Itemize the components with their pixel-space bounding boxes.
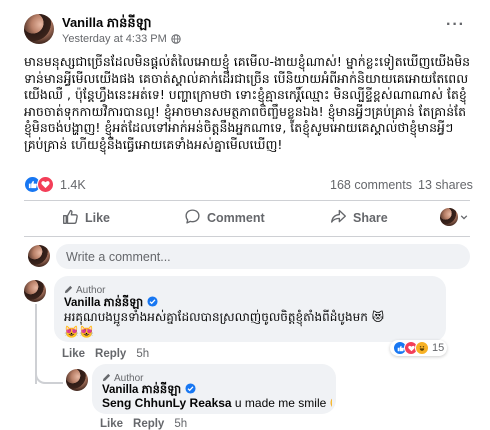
share-label: Share [353,211,388,225]
comment2-actions: Like Reply 5h [100,418,187,430]
share-icon [330,208,347,228]
comment1-time[interactable]: 5h [136,348,149,360]
comment2-avatar[interactable] [66,369,88,391]
comment1-like-button[interactable]: Like [62,348,85,360]
more-options-icon[interactable]: ··· [446,16,465,34]
comment1-reactions[interactable]: 15 [390,340,448,356]
comment-icon [184,208,201,228]
audience-selector[interactable] [440,208,468,226]
divider-top [24,200,470,201]
chevron-down-icon [460,208,468,226]
reaction-summary[interactable]: 1.4K [24,176,86,193]
reply-thread-connector [35,370,63,384]
comment1-emoji-line: 😻😻 [64,325,94,339]
comment1-text: អរគុណបងប្អូនទាំងអស់គ្នាដែលបានស្រលាញ់ចូលច… [64,310,385,324]
like-label: Like [85,211,111,225]
haha-reaction-icon [415,341,429,355]
comment2-bubble: Author Vanilla ភាន់នីឡា Seng ChhunLy Rea… [92,364,336,414]
like-button[interactable]: Like [62,207,110,229]
divider-bottom [24,236,470,237]
comment1-reply-button[interactable]: Reply [95,348,126,360]
share-button[interactable]: Share [330,207,388,229]
post-text: មានមនុស្សជាច្រើនដែលមិនផ្តល់តំលៃអោយខ្ញុំ … [24,54,471,152]
comment-button[interactable]: Comment [184,207,265,229]
comment1-avatar[interactable] [24,280,46,302]
comment2-mention[interactable]: Seng ChhunLy Reaksa [102,396,232,410]
comment-input-placeholder: Write a comment... [66,250,171,264]
comment1-bubble: Author Vanilla ភាន់នីឡា អរគុណបងប្អូនទាំង… [54,276,446,342]
comment2-like-button[interactable]: Like [100,418,123,430]
like-icon [62,208,79,228]
post-author-avatar[interactable] [24,14,54,44]
composer-avatar [28,245,50,267]
post-author-name[interactable]: Vanilla ភាន់នីឡា [62,15,152,34]
comment-input[interactable]: Write a comment... [56,244,470,269]
post-timestamp[interactable]: Yesterday at 4:33 PM [62,33,181,45]
comment2-time[interactable]: 5h [174,418,187,430]
comment1-reaction-count: 15 [432,342,445,354]
shares-count[interactable]: 13 shares [418,178,473,192]
comment-label: Comment [207,211,265,225]
timestamp-text: Yesterday at 4:33 PM [62,33,167,45]
selector-avatar [440,208,458,226]
comment1-actions: Like Reply 5h [62,348,149,360]
comments-count[interactable]: 168 comments [330,178,412,192]
love-reaction-icon [37,176,54,193]
comment2-body: u made me smile 😊 [234,396,332,410]
comment2-reply-button[interactable]: Reply [133,418,164,430]
comment2-text: Seng ChhunLy Reaksa u made me smile 😊 [102,396,332,410]
globe-icon [171,34,181,44]
reaction-count: 1.4K [60,177,86,192]
